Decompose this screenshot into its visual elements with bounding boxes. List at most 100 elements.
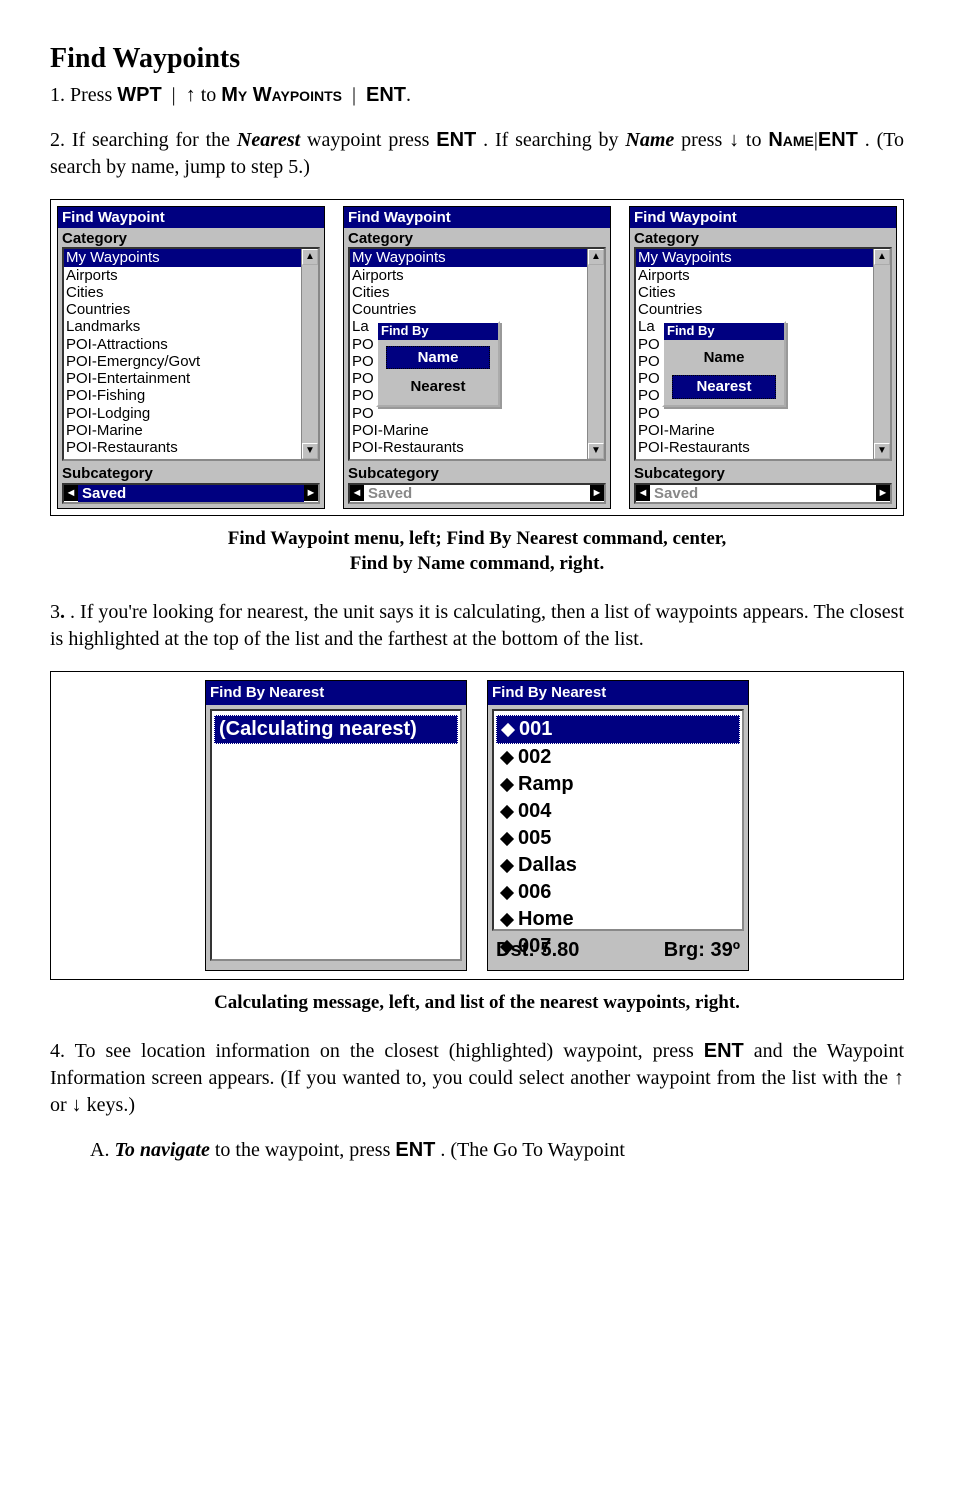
- panel-title: Find Waypoint: [58, 207, 324, 228]
- list-item[interactable]: POI-Restaurants: [350, 439, 587, 456]
- up-arrow-icon: ↑: [186, 84, 196, 106]
- list-item[interactable]: POI-Entertainment: [64, 370, 301, 387]
- list-item[interactable]: Countries: [350, 301, 587, 318]
- list-item[interactable]: Cities: [636, 284, 873, 301]
- panel-title: Find By Nearest: [206, 681, 466, 705]
- figure-1: Find Waypoint Category My Waypoints Airp…: [50, 199, 904, 516]
- key-ent: ENT: [366, 84, 406, 106]
- key-ent: ENT: [818, 129, 858, 151]
- list-item[interactable]: Airports: [636, 267, 873, 284]
- list-item[interactable]: Cities: [350, 284, 587, 301]
- category-list[interactable]: My Waypoints Airports Cities Countries L…: [62, 247, 320, 461]
- waypoint-icon: [500, 751, 514, 765]
- list-item[interactable]: POI-Restaurants: [64, 439, 301, 456]
- subcategory-select[interactable]: ◄ Saved ►: [348, 483, 606, 504]
- list-item[interactable]: PO: [350, 405, 587, 422]
- chevron-left-icon[interactable]: ◄: [350, 485, 364, 501]
- find-by-nearest-option[interactable]: Nearest: [386, 375, 490, 398]
- category-list[interactable]: My Waypoints Airports Cities Countries L…: [634, 247, 892, 461]
- t: 1. Press: [50, 84, 117, 106]
- list-item[interactable]: POI-Lodging: [64, 405, 301, 422]
- t: A.: [90, 1139, 114, 1161]
- list-item[interactable]: POI-Attractions: [64, 336, 301, 353]
- list-item[interactable]: 006: [496, 879, 740, 906]
- period: .: [406, 84, 411, 106]
- scroll-up-icon[interactable]: ▲: [588, 249, 604, 265]
- list-item[interactable]: POI-Marine: [636, 422, 873, 439]
- list-item[interactable]: Home: [496, 906, 740, 933]
- category-list[interactable]: My Waypoints Airports Cities Countries L…: [348, 247, 606, 461]
- list-item[interactable]: My Waypoints: [64, 249, 301, 266]
- subcategory-value: Saved: [78, 485, 304, 502]
- list-item[interactable]: Countries: [64, 301, 301, 318]
- find-by-nearest-calc-panel: Find By Nearest (Calculating nearest): [205, 680, 467, 971]
- step-4: 4. To see location information on the cl…: [50, 1038, 904, 1119]
- category-label: Category: [630, 228, 896, 247]
- list-item[interactable]: POI-Sports: [350, 456, 587, 459]
- t: Dallas: [518, 852, 577, 879]
- list-item[interactable]: 007: [496, 933, 740, 960]
- list-item[interactable]: POI-Marine: [64, 422, 301, 439]
- find-waypoint-panel-2: Find Waypoint Category My Waypoints Airp…: [343, 206, 611, 509]
- list-item[interactable]: 005: [496, 825, 740, 852]
- name-sc: Name: [768, 129, 814, 151]
- nearest-label: Nearest: [237, 129, 300, 151]
- t: . If you're looking for nearest, the uni…: [50, 601, 904, 650]
- scrollbar[interactable]: ▲ ▼: [301, 249, 318, 459]
- popup-title: Find By: [664, 323, 784, 340]
- chevron-right-icon[interactable]: ►: [304, 485, 318, 501]
- t: 006: [518, 879, 551, 906]
- t: to the waypoint, press: [215, 1139, 396, 1161]
- chevron-right-icon[interactable]: ►: [876, 485, 890, 501]
- list-item[interactable]: POI-Sports: [64, 456, 301, 459]
- my-waypoints-label: My Waypoints: [221, 84, 342, 106]
- waypoint-icon: [501, 723, 515, 737]
- list-item[interactable]: Airports: [64, 267, 301, 284]
- subcategory-select[interactable]: ◄ Saved ►: [62, 483, 320, 504]
- list-item[interactable]: 004: [496, 798, 740, 825]
- list-item[interactable]: POI-Emergncy/Govt: [64, 353, 301, 370]
- list-item[interactable]: Countries: [636, 301, 873, 318]
- up-arrow-icon: ↑: [894, 1067, 904, 1089]
- waypoint-icon: [500, 913, 514, 927]
- list-item[interactable]: 001: [496, 715, 740, 744]
- find-by-nearest-option[interactable]: Nearest: [672, 375, 776, 398]
- find-by-popup: Find By Name Nearest: [662, 321, 786, 406]
- popup-title: Find By: [378, 323, 498, 340]
- list-item[interactable]: Cities: [64, 284, 301, 301]
- subcategory-select[interactable]: ◄ Saved ►: [634, 483, 892, 504]
- list-item[interactable]: PO: [636, 405, 873, 422]
- t: Find Waypoint menu, left; Find By Neares…: [228, 528, 726, 549]
- list-item[interactable]: My Waypoints: [636, 249, 873, 266]
- scroll-up-icon[interactable]: ▲: [874, 249, 890, 265]
- find-by-name-option[interactable]: Name: [672, 346, 776, 369]
- scroll-down-icon[interactable]: ▼: [874, 443, 890, 459]
- list-item[interactable]: POI-Sports: [636, 456, 873, 459]
- t: 4. To see location information on the cl…: [50, 1040, 704, 1062]
- chevron-left-icon[interactable]: ◄: [64, 485, 78, 501]
- find-by-name-option[interactable]: Name: [386, 346, 490, 369]
- t: keys.): [87, 1094, 135, 1116]
- list-item[interactable]: POI-Restaurants: [636, 439, 873, 456]
- scroll-up-icon[interactable]: ▲: [302, 249, 318, 265]
- scroll-down-icon[interactable]: ▼: [588, 443, 604, 459]
- list-item[interactable]: POI-Fishing: [64, 387, 301, 404]
- chevron-right-icon[interactable]: ►: [590, 485, 604, 501]
- waypoint-icon: [500, 886, 514, 900]
- list-item[interactable]: Ramp: [496, 771, 740, 798]
- scrollbar[interactable]: ▲ ▼: [873, 249, 890, 459]
- list-item[interactable]: Dallas: [496, 852, 740, 879]
- chevron-left-icon[interactable]: ◄: [636, 485, 650, 501]
- list-item[interactable]: My Waypoints: [350, 249, 587, 266]
- scrollbar[interactable]: ▲ ▼: [587, 249, 604, 459]
- scroll-down-icon[interactable]: ▼: [302, 443, 318, 459]
- list-item[interactable]: Landmarks: [64, 318, 301, 335]
- calculating-row: (Calculating nearest): [214, 715, 458, 744]
- result-list[interactable]: (Calculating nearest): [210, 709, 462, 961]
- result-list[interactable]: 001 002 Ramp 004 005 Dallas 006 Home 007: [492, 709, 744, 931]
- waypoint-icon: [500, 859, 514, 873]
- list-item[interactable]: 002: [496, 744, 740, 771]
- list-item[interactable]: POI-Marine: [350, 422, 587, 439]
- list-item[interactable]: Airports: [350, 267, 587, 284]
- page-title: Find Waypoints: [50, 40, 904, 78]
